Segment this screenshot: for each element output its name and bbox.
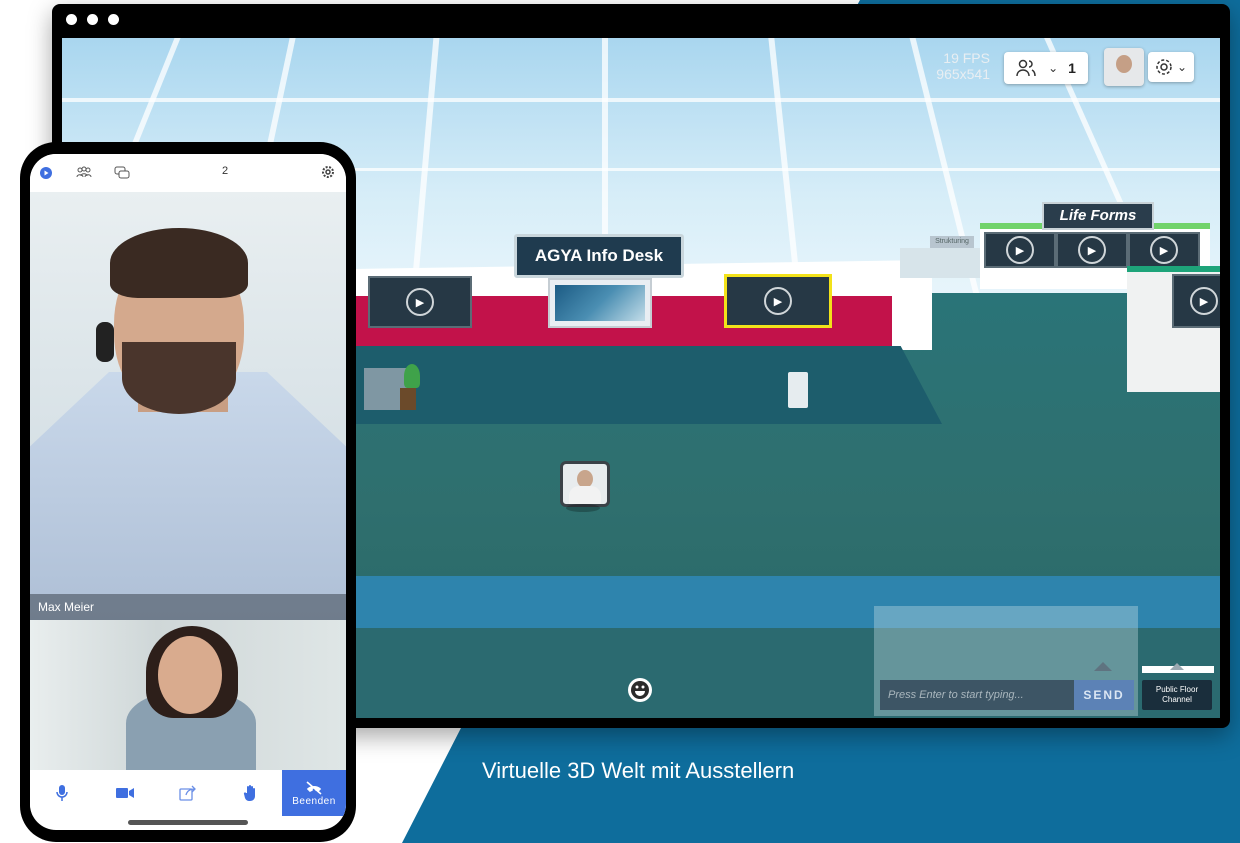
play-icon: ▶: [406, 288, 434, 316]
chat-expand-icon[interactable]: [1094, 662, 1112, 671]
window-controls: [66, 14, 119, 25]
chat-input[interactable]: Press Enter to start typing...: [880, 680, 1074, 710]
life-forms-sign: Life Forms: [1042, 202, 1154, 230]
video-camera-icon: [115, 788, 134, 798]
emoji-button[interactable]: [625, 675, 655, 705]
caption: Virtuelle 3D Welt mit Ausstellern: [482, 758, 795, 783]
gear-icon: [1156, 59, 1172, 75]
play-icon: ▶: [764, 287, 792, 315]
avatar-icon: [1116, 55, 1132, 73]
channel-expand-icon[interactable]: [1170, 663, 1184, 670]
chevron-down-icon: ⌄: [1048, 61, 1059, 75]
video-screen[interactable]: ▶: [1128, 232, 1200, 268]
second-video-tile[interactable]: [30, 620, 346, 770]
gear-icon[interactable]: [322, 166, 334, 178]
roof-crossbeam: [62, 98, 1220, 102]
play-icon: ▶: [1150, 236, 1178, 264]
small-booth: [900, 248, 980, 278]
person-hair: [110, 228, 248, 298]
play-icon: ▶: [1006, 236, 1034, 264]
share-icon: [178, 785, 196, 801]
poster-screen[interactable]: [548, 278, 652, 328]
settings-button[interactable]: ⌄: [1148, 52, 1194, 82]
user-avatar-3d[interactable]: [560, 461, 610, 507]
microphone-icon: [55, 785, 68, 801]
avatar-shadow: [566, 504, 600, 512]
minimize-dot[interactable]: [87, 14, 98, 25]
hang-up-icon: [306, 780, 322, 795]
smiley-icon: [628, 678, 652, 702]
camera-button[interactable]: [93, 770, 156, 816]
info-desk-sign: AGYA Info Desk: [514, 234, 684, 278]
participant-count: 2: [222, 165, 229, 177]
play-icon: ▶: [1190, 287, 1218, 315]
video-screen[interactable]: ▶: [1172, 274, 1220, 328]
person-face: [158, 636, 222, 714]
mute-button[interactable]: [30, 770, 93, 816]
avatar-body: [569, 486, 601, 504]
hand-icon: [243, 785, 255, 801]
participants-button[interactable]: ⌄ 1: [1004, 52, 1088, 84]
small-booth-sign: Strukturing: [930, 236, 974, 248]
user-avatar-button[interactable]: [1104, 48, 1144, 86]
participants-icon[interactable]: [76, 166, 92, 180]
end-call-button[interactable]: Beenden: [282, 770, 346, 816]
video-screen[interactable]: ▶: [1056, 232, 1128, 268]
users-icon: [1016, 59, 1036, 77]
resolution-value: 965x541: [936, 66, 990, 82]
participant-name: Max Meier: [30, 594, 346, 620]
headset-icon: [96, 322, 114, 362]
chevron-down-icon: ⌄: [1176, 60, 1188, 74]
fps-value: 19 FPS: [943, 50, 990, 66]
video-screen-selected[interactable]: ▶: [724, 274, 832, 328]
phone-device: 2 Max Meier Beenden: [20, 142, 356, 842]
home-indicator: [128, 820, 248, 825]
document-stand-icon[interactable]: [788, 372, 808, 408]
chat-icon[interactable]: [114, 166, 130, 180]
poster-image: [555, 285, 645, 321]
participants-count: 1: [1068, 60, 1076, 76]
plant-icon: [404, 364, 420, 388]
end-call-label: Beenden: [292, 795, 336, 807]
maximize-dot[interactable]: [108, 14, 119, 25]
play-icon: ▶: [1078, 236, 1106, 264]
share-button[interactable]: [156, 770, 219, 816]
info-desk-counter: [352, 346, 942, 424]
channel-button[interactable]: Public Floor Channel: [1142, 680, 1212, 710]
play-circle-icon[interactable]: [40, 167, 52, 179]
phone-screen: 2 Max Meier Beenden: [30, 154, 346, 830]
call-controls: Beenden: [30, 770, 346, 816]
close-dot[interactable]: [66, 14, 77, 25]
raise-hand-button[interactable]: [219, 770, 282, 816]
person-beard: [122, 342, 236, 414]
fps-readout: 19 FPS 965x541: [930, 50, 990, 82]
phone-toolbar: 2: [30, 154, 346, 192]
send-button[interactable]: SEND: [1074, 680, 1134, 710]
video-screen[interactable]: ▶: [984, 232, 1056, 268]
video-screen[interactable]: ▶: [368, 276, 472, 328]
main-video-tile[interactable]: Max Meier: [30, 192, 346, 620]
plant-pot: [400, 388, 416, 410]
